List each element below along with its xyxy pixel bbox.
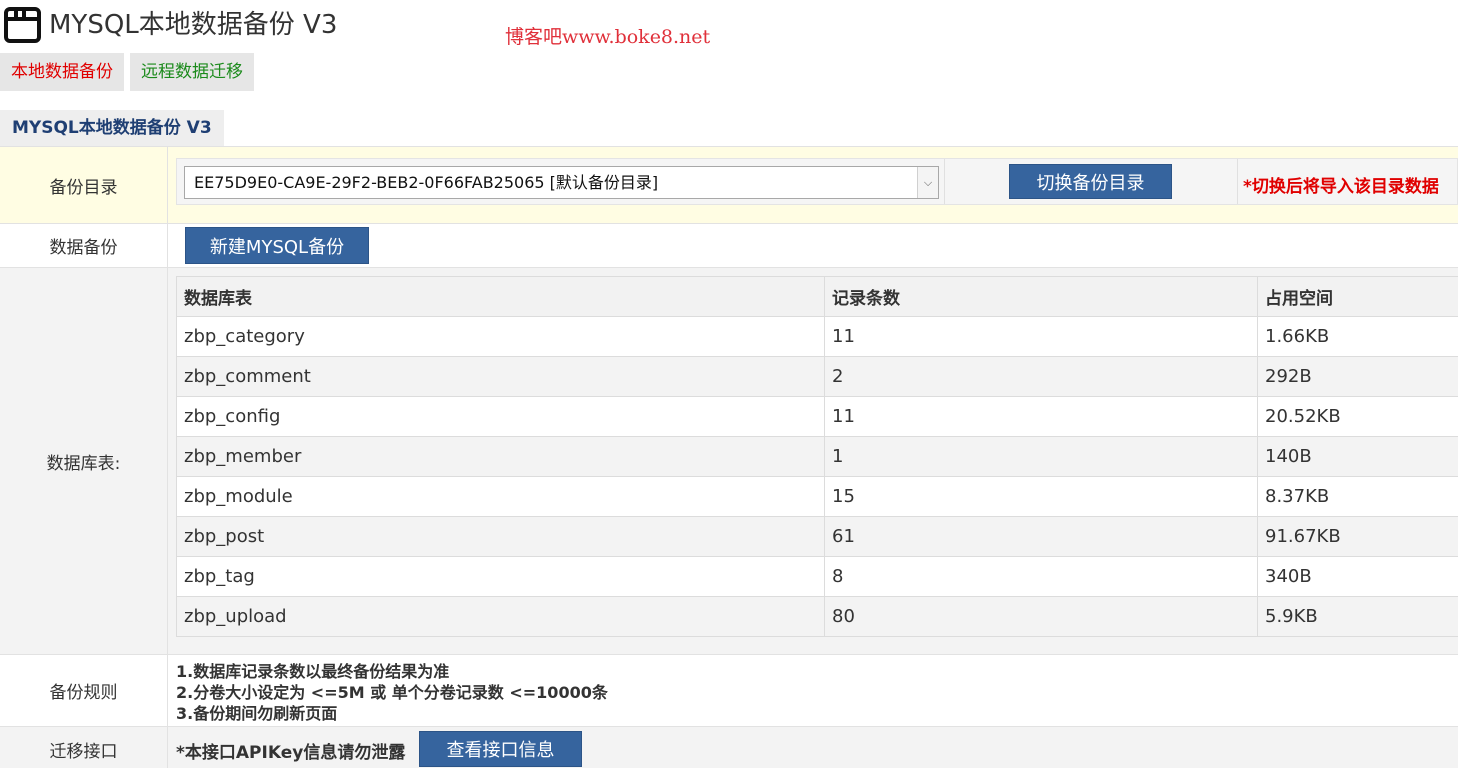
watermark-text: 博客吧www.boke8.net: [505, 26, 711, 48]
size-cell: 5.9KB: [1257, 596, 1458, 637]
size-cell: 340B: [1257, 556, 1458, 597]
backup-dir-select[interactable]: EE75D9E0-CA9E-29F2-BEB2-0F66FAB25065 [默认…: [184, 166, 939, 199]
table-name-cell: zbp_category: [176, 316, 825, 357]
table-name-cell: zbp_upload: [176, 596, 825, 637]
table-row: zbp_comment 2 292B: [176, 356, 1458, 397]
migrate-api-label: 迁移接口: [0, 727, 168, 768]
column-header-records: 记录条数: [824, 276, 1258, 317]
backup-dir-row: 备份目录 EE75D9E0-CA9E-29F2-BEB2-0F66FAB2506…: [0, 147, 1458, 224]
header: MYSQL本地数据备份 V3 博客吧www.boke8.net: [0, 0, 1458, 50]
backup-form: 备份目录 EE75D9E0-CA9E-29F2-BEB2-0F66FAB2506…: [0, 146, 1458, 768]
switch-backup-dir-button[interactable]: 切换备份目录: [1009, 164, 1172, 199]
divider: [1237, 159, 1238, 204]
backup-dir-label: 备份目录: [0, 147, 168, 223]
size-cell: 1.66KB: [1257, 316, 1458, 357]
backup-dir-selected-value: EE75D9E0-CA9E-29F2-BEB2-0F66FAB25065 [默认…: [194, 173, 659, 192]
record-count-cell: 8: [824, 556, 1258, 597]
table-row: zbp_upload 80 5.9KB: [176, 596, 1458, 637]
size-cell: 91.67KB: [1257, 516, 1458, 557]
record-count-cell: 61: [824, 516, 1258, 557]
data-backup-label: 数据备份: [0, 224, 168, 267]
size-cell: 292B: [1257, 356, 1458, 397]
api-key-warning-text: *本接口APIKey信息请勿泄露: [176, 743, 406, 763]
record-count-cell: 80: [824, 596, 1258, 637]
chevron-down-icon[interactable]: ⌵: [917, 167, 938, 198]
size-cell: 20.52KB: [1257, 396, 1458, 437]
record-count-cell: 1: [824, 436, 1258, 477]
backup-rules-row: 备份规则 1.数据库记录条数以最终备份结果为准 2.分卷大小设定为 <=5M 或…: [0, 655, 1458, 727]
section-title: MYSQL本地数据备份 V3: [0, 110, 224, 146]
backup-rules-label: 备份规则: [0, 655, 168, 726]
db-table: 数据库表 记录条数 占用空间 zbp_category 11 1.66KB zb…: [176, 276, 1458, 637]
table-name-cell: zbp_config: [176, 396, 825, 437]
record-count-cell: 11: [824, 396, 1258, 437]
table-row: zbp_post 61 91.67KB: [176, 516, 1458, 557]
tab-bar: 本地数据备份 远程数据迁移: [0, 53, 254, 91]
divider: [944, 159, 945, 204]
view-api-info-button[interactable]: 查看接口信息: [419, 731, 582, 767]
table-name-cell: zbp_tag: [176, 556, 825, 597]
table-row: zbp_tag 8 340B: [176, 556, 1458, 597]
table-header-row: 数据库表 记录条数 占用空间: [176, 276, 1458, 317]
table-row: zbp_member 1 140B: [176, 436, 1458, 477]
rule-item: 1.数据库记录条数以最终备份结果为准: [176, 662, 450, 681]
tab-local-backup[interactable]: 本地数据备份: [0, 53, 124, 91]
rules-list: 1.数据库记录条数以最终备份结果为准 2.分卷大小设定为 <=5M 或 单个分卷…: [176, 661, 608, 724]
table-row: zbp_module 15 8.37KB: [176, 476, 1458, 517]
data-backup-row: 数据备份 新建MYSQL备份: [0, 224, 1458, 268]
app-title: MYSQL本地数据备份 V3: [49, 10, 338, 40]
record-count-cell: 2: [824, 356, 1258, 397]
column-header-table: 数据库表: [176, 276, 825, 317]
table-name-cell: zbp_module: [176, 476, 825, 517]
db-tables-row: 数据库表: 数据库表 记录条数 占用空间 zbp_category 11 1.6…: [0, 268, 1458, 655]
switch-warning-text: *切换后将导入该目录数据: [1243, 177, 1439, 197]
tab-remote-migration[interactable]: 远程数据迁移: [130, 53, 254, 91]
new-mysql-backup-button[interactable]: 新建MYSQL备份: [185, 227, 369, 264]
table-row: zbp_config 11 20.52KB: [176, 396, 1458, 437]
table-name-cell: zbp_post: [176, 516, 825, 557]
rule-item: 2.分卷大小设定为 <=5M 或 单个分卷记录数 <=10000条: [176, 683, 608, 702]
db-tables-label: 数据库表:: [0, 268, 168, 654]
size-cell: 8.37KB: [1257, 476, 1458, 517]
record-count-cell: 11: [824, 316, 1258, 357]
table-name-cell: zbp_member: [176, 436, 825, 477]
migrate-api-row: 迁移接口 *本接口APIKey信息请勿泄露 查看接口信息: [0, 727, 1458, 768]
record-count-cell: 15: [824, 476, 1258, 517]
table-name-cell: zbp_comment: [176, 356, 825, 397]
column-header-size: 占用空间: [1257, 276, 1458, 317]
size-cell: 140B: [1257, 436, 1458, 477]
rule-item: 3.备份期间勿刷新页面: [176, 704, 338, 723]
table-row: zbp_category 11 1.66KB: [176, 316, 1458, 357]
app-window-icon: [4, 7, 41, 43]
backup-dir-box: EE75D9E0-CA9E-29F2-BEB2-0F66FAB25065 [默认…: [176, 158, 1458, 205]
